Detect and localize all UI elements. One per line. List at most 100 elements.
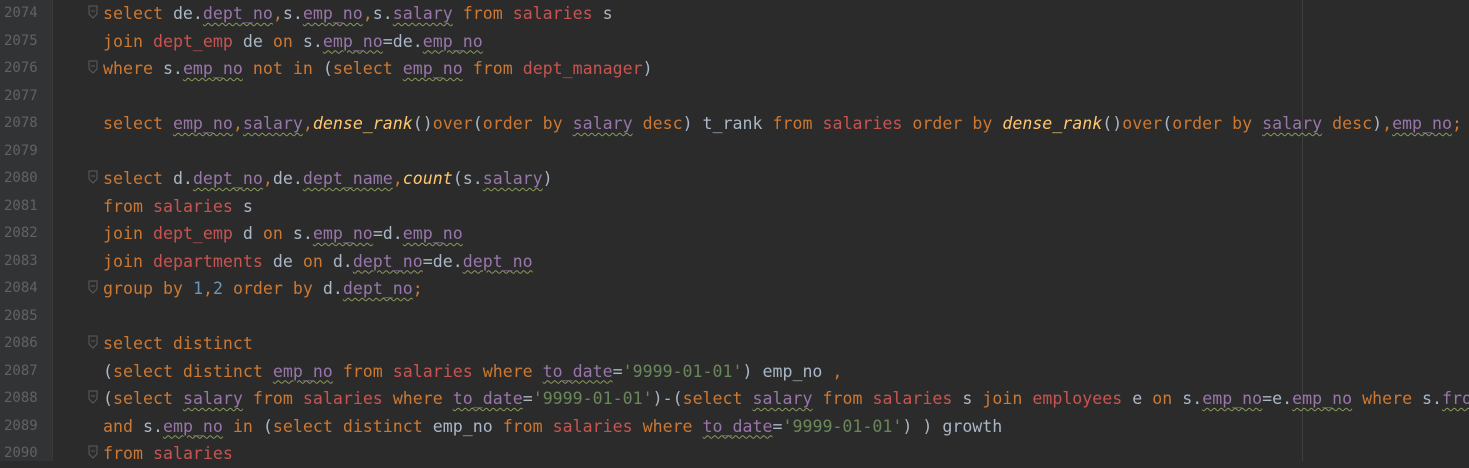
token-kw: from [822, 389, 863, 408]
token-kw: , [272, 4, 283, 23]
token-kw: group by [103, 279, 183, 298]
line-number: 2081 [4, 197, 38, 214]
fold-marker-icon[interactable] [88, 335, 98, 349]
line-number: 2086 [4, 335, 38, 351]
code-line[interactable]: 2090 from salaries [0, 440, 1469, 468]
token-kw: from [103, 444, 143, 463]
token-fn: dense_rank [1002, 114, 1103, 133]
code-line[interactable]: 2075 join dept_emp de on s.emp_no=de.emp_… [0, 28, 1469, 56]
code-text[interactable]: and s.emp_no in (select distinct emp_no … [103, 413, 1002, 441]
token-plain: ( [103, 361, 113, 381]
code-text[interactable]: join departments de on d.dept_no=de.dept… [103, 248, 533, 276]
code-line[interactable]: 2088 (select salary from salaries where t… [0, 385, 1469, 413]
token-tbl: dept_emp [152, 224, 233, 243]
token-num: 2 [212, 279, 223, 298]
token-plain: ( [1162, 114, 1173, 133]
code-text[interactable]: select distinct [103, 330, 253, 358]
token-plain: = [772, 416, 783, 436]
code-line[interactable]: 2082 join dept_emp d on s.emp_no=d.emp_no [0, 220, 1469, 248]
token-tbl: salaries [512, 4, 593, 23]
token-kw: on [1152, 389, 1173, 408]
token-tbl: salaries [152, 444, 233, 463]
code-line[interactable]: 2081 from salaries s [0, 193, 1469, 221]
token-plain: s. [1412, 389, 1443, 408]
code-text[interactable]: group by 1,2 order by d.dept_no; [103, 275, 423, 303]
code-line[interactable]: 2076 where s.emp_no not in (select emp_no… [0, 55, 1469, 83]
code-text[interactable]: where s.emp_no not in (select emp_no fro… [103, 55, 653, 83]
line-number: 2089 [4, 417, 38, 434]
code-line[interactable]: 2079 [0, 138, 1469, 166]
token-kw: , [1382, 114, 1393, 133]
token-col: emp_no [1392, 114, 1453, 133]
token-fn: dense_rank [312, 114, 413, 133]
token-col: emp_no [322, 31, 383, 51]
token-plain: s [592, 4, 613, 23]
code-text[interactable]: from salaries [103, 440, 233, 468]
fold-marker-icon[interactable] [88, 170, 98, 184]
fold-marker-icon[interactable] [88, 390, 98, 404]
token-kw: select distinct [103, 334, 253, 353]
code-text[interactable]: join dept_emp d on s.emp_no=d.emp_no [103, 220, 463, 248]
token-col: emp_no [402, 224, 463, 243]
token-col: dept_no [352, 251, 423, 271]
line-number: 2074 [4, 5, 38, 21]
token-tbl: dept_manager [522, 59, 643, 78]
token-col: dept_name [302, 169, 393, 188]
fold-marker-icon[interactable] [88, 280, 98, 294]
code-line[interactable]: 2084 group by 1,2 order by d.dept_no; [0, 275, 1469, 303]
code-text[interactable]: select d.dept_no,de.dept_name,count(s.sa… [103, 165, 553, 193]
token-num: 1 [192, 279, 203, 298]
fold-marker-icon[interactable] [88, 445, 98, 459]
code-text[interactable]: (select distinct emp_no from salaries wh… [103, 358, 842, 386]
code-text[interactable]: join dept_emp de on s.emp_no=de.emp_no [103, 28, 483, 56]
code-line[interactable]: 2089 and s.emp_no in (select distinct emp… [0, 413, 1469, 441]
code-line[interactable]: 2078 select emp_no,salary,dense_rank()ove… [0, 110, 1469, 138]
fold-marker-icon[interactable] [88, 5, 98, 19]
token-fn: count [402, 169, 453, 188]
line-number: 2090 [4, 445, 38, 461]
token-col: salary [482, 169, 543, 188]
token-plain: s [232, 196, 253, 216]
token-kw: , [202, 279, 213, 298]
token-plain: )-( [652, 389, 683, 408]
token-col: salary [1262, 114, 1323, 133]
code-line[interactable]: 2087 (select distinct emp_no from salarie… [0, 358, 1469, 386]
token-str: '9999-01-01' [622, 361, 743, 381]
code-text[interactable]: select emp_no,salary,dense_rank()over(or… [103, 110, 1462, 138]
code-line[interactable]: 2083 join departments de on d.dept_no=de.… [0, 248, 1469, 276]
token-kw: desc [1332, 114, 1373, 133]
token-col: emp_no [162, 416, 223, 436]
code-text[interactable]: select de.dept_no,s.emp_no,s.salary from… [103, 0, 613, 28]
token-col: salary [392, 4, 453, 23]
code-line[interactable]: 2085 [0, 303, 1469, 331]
token-kw: , [262, 169, 273, 188]
token-kw: where [103, 59, 153, 78]
code-line[interactable]: 2080 select d.dept_no,de.dept_name,count(… [0, 165, 1469, 193]
token-col: emp_no [1202, 389, 1263, 408]
token-plain: emp_no [422, 416, 503, 436]
token-col: emp_no [1292, 389, 1353, 408]
code-line[interactable]: 2077 [0, 83, 1469, 111]
code-text[interactable]: (select salary from salaries where to_da… [103, 385, 1469, 413]
token-plain: de [232, 31, 273, 51]
code-line[interactable]: 2086 select distinct [0, 330, 1469, 358]
code-text[interactable]: from salaries s [103, 193, 253, 221]
line-number: 2077 [4, 87, 38, 104]
token-kw: , [392, 169, 403, 188]
token-plain: =d. [372, 224, 403, 243]
token-col: to_date [452, 389, 523, 408]
token-col: emp_no [272, 361, 333, 381]
code-editor[interactable]: 2074 select de.dept_no,s.emp_no,s.salary … [0, 0, 1469, 463]
code-line[interactable]: 2074 select de.dept_no,s.emp_no,s.salary … [0, 0, 1469, 28]
token-plain: s [952, 389, 983, 408]
fold-marker-icon[interactable] [88, 60, 98, 74]
token-plain: s. [282, 224, 313, 243]
